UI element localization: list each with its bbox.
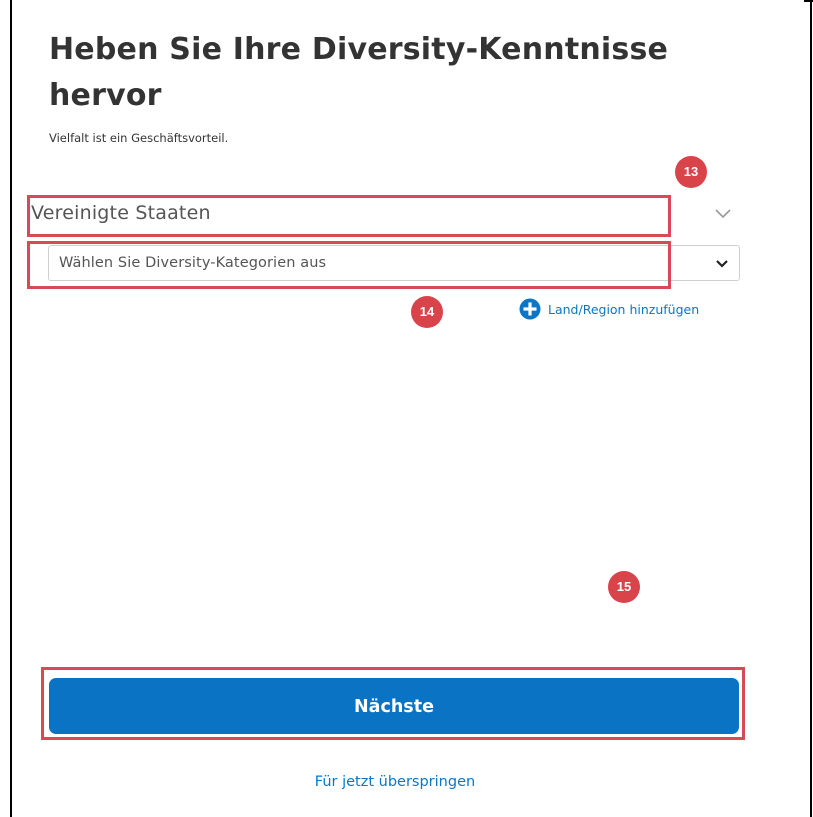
frame-border-top <box>804 0 813 2</box>
page-subtitle: Vielfalt ist ein Geschäftsvorteil. <box>49 131 229 145</box>
add-country-region-label: Land/Region hinzufügen <box>548 301 700 317</box>
annotation-badge-14: 14 <box>411 296 443 328</box>
annotation-box-category <box>27 241 671 289</box>
annotation-box-next <box>41 667 745 740</box>
chevron-down-icon <box>716 260 728 268</box>
plus-circle-icon <box>519 298 541 320</box>
frame-border-right <box>810 0 812 817</box>
annotation-box-country <box>27 195 671 237</box>
page-frame: Heben Sie Ihre Diversity-Kenntnisse herv… <box>0 0 813 817</box>
page-title: Heben Sie Ihre Diversity-Kenntnisse herv… <box>49 32 669 113</box>
annotation-badge-13: 13 <box>675 156 707 188</box>
chevron-down-icon <box>715 209 731 219</box>
add-country-region-link[interactable]: Land/Region hinzufügen <box>519 297 699 321</box>
frame-border-left <box>10 0 12 817</box>
annotation-badge-15: 15 <box>608 571 640 603</box>
skip-for-now-link[interactable]: Für jetzt überspringen <box>0 774 790 790</box>
